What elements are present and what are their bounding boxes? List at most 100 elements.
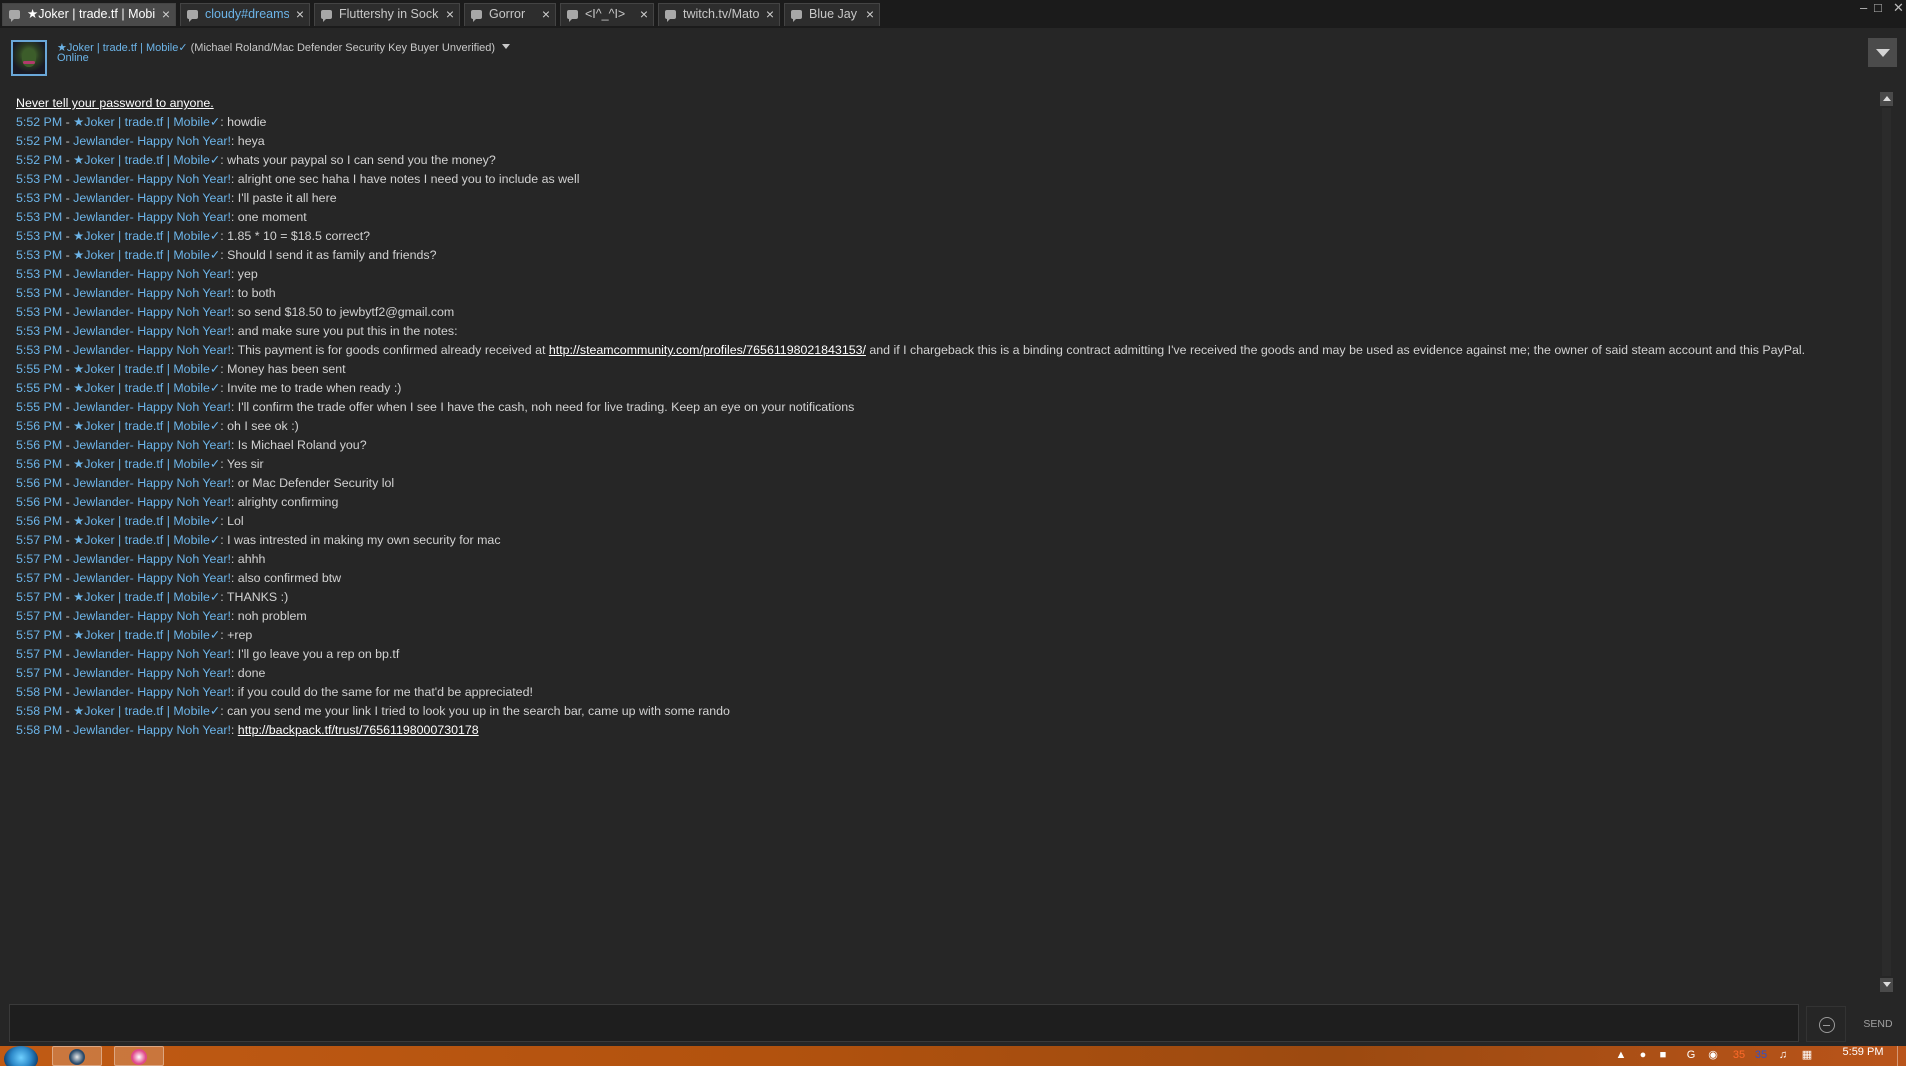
message-sender[interactable]: ★Joker | trade.tf | Mobile✓ bbox=[73, 153, 220, 167]
friend-status: Online bbox=[57, 52, 89, 64]
message-sender[interactable]: Jewlander- Happy Noh Year! bbox=[73, 286, 231, 300]
message-timestamp: 5:57 PM bbox=[16, 552, 63, 566]
message-timestamp: 5:56 PM bbox=[16, 419, 63, 433]
chat-message: 5:53 PM - Jewlander- Happy Noh Year!: to… bbox=[16, 286, 276, 300]
tab-face[interactable]: <I^_^I> × bbox=[560, 3, 654, 26]
message-timestamp: 5:57 PM bbox=[16, 609, 63, 623]
taskbar-clock[interactable]: 5:59 PM bbox=[1838, 1046, 1888, 1059]
tab-close-icon[interactable]: × bbox=[542, 4, 550, 25]
message-sender[interactable]: ★Joker | trade.tf | Mobile✓ bbox=[73, 704, 220, 718]
chat-message: 5:56 PM - Jewlander- Happy Noh Year!: al… bbox=[16, 495, 339, 509]
message-timestamp: 5:53 PM bbox=[16, 286, 63, 300]
message-link[interactable]: http://backpack.tf/trust/765611980007301… bbox=[238, 723, 479, 737]
message-sender[interactable]: ★Joker | trade.tf | Mobile✓ bbox=[73, 362, 220, 376]
header-menu-button[interactable] bbox=[1868, 38, 1897, 67]
chat-message: 5:53 PM - Jewlander- Happy Noh Year!: ye… bbox=[16, 267, 258, 281]
message-sender[interactable]: Jewlander- Happy Noh Year! bbox=[73, 134, 231, 148]
message-link[interactable]: http://steamcommunity.com/profiles/76561… bbox=[549, 343, 866, 357]
message-sender[interactable]: Jewlander- Happy Noh Year! bbox=[73, 685, 231, 699]
tray-shield-icon[interactable]: ■ bbox=[1656, 1048, 1670, 1062]
tab-close-icon[interactable]: × bbox=[296, 4, 304, 25]
start-orb-icon[interactable] bbox=[4, 1046, 38, 1066]
message-sender[interactable]: ★Joker | trade.tf | Mobile✓ bbox=[73, 590, 220, 604]
tab-bar: ★Joker | trade.tf | Mobile✓ × cloudy#dre… bbox=[0, 0, 1906, 28]
message-sender[interactable]: Jewlander- Happy Noh Year! bbox=[73, 191, 231, 205]
message-sender[interactable]: ★Joker | trade.tf | Mobile✓ bbox=[73, 457, 220, 471]
tray-volume-icon[interactable]: ♫ bbox=[1776, 1048, 1790, 1062]
scroll-up-icon[interactable] bbox=[1880, 92, 1893, 106]
tab-close-icon[interactable]: × bbox=[766, 4, 774, 25]
scroll-track[interactable] bbox=[1882, 108, 1891, 976]
message-sender[interactable]: Jewlander- Happy Noh Year! bbox=[73, 647, 231, 661]
taskbar: ▲ ● ■ G ◉ 35 35 ♫ ▦ 5:59 PM bbox=[0, 1046, 1906, 1066]
message-sender[interactable]: Jewlander- Happy Noh Year! bbox=[73, 438, 231, 452]
message-sender[interactable]: Jewlander- Happy Noh Year! bbox=[73, 552, 231, 566]
tab-fluttershy[interactable]: Fluttershy in Sockies × bbox=[314, 3, 460, 26]
tab-label: cloudy#dreamset bbox=[205, 7, 289, 21]
tab-close-icon[interactable]: × bbox=[866, 4, 874, 25]
chat-message: 5:52 PM - Jewlander- Happy Noh Year!: he… bbox=[16, 134, 265, 148]
tab-close-icon[interactable]: × bbox=[446, 4, 454, 25]
chat-message: 5:56 PM - Jewlander- Happy Noh Year!: Is… bbox=[16, 438, 367, 452]
tab-cloudy[interactable]: cloudy#dreamset × bbox=[180, 3, 310, 26]
show-desktop-button[interactable] bbox=[1897, 1046, 1906, 1066]
message-sender[interactable]: Jewlander- Happy Noh Year! bbox=[73, 571, 231, 585]
avatar-face-icon bbox=[22, 49, 36, 67]
message-timestamp: 5:53 PM bbox=[16, 210, 63, 224]
message-timestamp: 5:52 PM bbox=[16, 134, 63, 148]
taskbar-itunes-button[interactable] bbox=[114, 1046, 164, 1066]
close-window-button[interactable]: ✕ bbox=[1893, 0, 1904, 16]
message-sender[interactable]: Jewlander- Happy Noh Year! bbox=[73, 476, 231, 490]
tab-twitch[interactable]: twitch.tv/Mato « × bbox=[658, 3, 780, 26]
message-sender[interactable]: Jewlander- Happy Noh Year! bbox=[73, 305, 231, 319]
tray-steam-icon[interactable]: ● bbox=[1636, 1048, 1650, 1062]
message-text: I'll go leave you a rep on bp.tf bbox=[237, 647, 400, 661]
message-sender[interactable]: ★Joker | trade.tf | Mobile✓ bbox=[73, 514, 220, 528]
message-sender[interactable]: Jewlander- Happy Noh Year! bbox=[73, 609, 231, 623]
minimize-button[interactable]: – bbox=[1860, 0, 1867, 15]
tray-g-icon[interactable]: G bbox=[1684, 1048, 1698, 1062]
message-sender[interactable]: Jewlander- Happy Noh Year! bbox=[73, 324, 231, 338]
tab-joker[interactable]: ★Joker | trade.tf | Mobile✓ × bbox=[2, 3, 176, 26]
message-sender[interactable]: Jewlander- Happy Noh Year! bbox=[73, 723, 231, 737]
message-timestamp: 5:57 PM bbox=[16, 571, 63, 585]
message-sender[interactable]: ★Joker | trade.tf | Mobile✓ bbox=[73, 381, 220, 395]
message-text: This payment is for goods confirmed alre… bbox=[237, 343, 549, 357]
message-sender[interactable]: ★Joker | trade.tf | Mobile✓ bbox=[73, 533, 220, 547]
message-sender[interactable]: ★Joker | trade.tf | Mobile✓ bbox=[73, 229, 220, 243]
maximize-button[interactable]: □ bbox=[1874, 0, 1882, 15]
scroll-down-icon[interactable] bbox=[1880, 978, 1893, 992]
tab-bluejay[interactable]: Blue Jay × bbox=[784, 3, 880, 26]
message-sender[interactable]: ★Joker | trade.tf | Mobile✓ bbox=[73, 628, 220, 642]
message-text: heya bbox=[237, 134, 265, 148]
message-sender[interactable]: Jewlander- Happy Noh Year! bbox=[73, 343, 231, 357]
chat-bubble-icon bbox=[471, 10, 482, 22]
message-sender[interactable]: Jewlander- Happy Noh Year! bbox=[73, 666, 231, 680]
message-sender[interactable]: Jewlander- Happy Noh Year! bbox=[73, 172, 231, 186]
message-timestamp: 5:53 PM bbox=[16, 248, 63, 262]
avatar[interactable] bbox=[11, 40, 47, 76]
message-sender[interactable]: ★Joker | trade.tf | Mobile✓ bbox=[73, 419, 220, 433]
tray-arrow-icon[interactable]: ▲ bbox=[1614, 1048, 1628, 1062]
message-timestamp: 5:53 PM bbox=[16, 324, 63, 338]
chat-message: 5:53 PM - Jewlander- Happy Noh Year!: al… bbox=[16, 172, 580, 186]
send-button[interactable]: SEND bbox=[1856, 1006, 1900, 1042]
tab-close-icon[interactable]: × bbox=[640, 4, 648, 25]
chat-input[interactable] bbox=[9, 1004, 1799, 1042]
chevron-down-icon[interactable] bbox=[502, 44, 510, 49]
message-sender[interactable]: Jewlander- Happy Noh Year! bbox=[73, 495, 231, 509]
tab-gorror[interactable]: Gorror × bbox=[464, 3, 556, 26]
message-sender[interactable]: ★Joker | trade.tf | Mobile✓ bbox=[73, 115, 220, 129]
message-sender[interactable]: ★Joker | trade.tf | Mobile✓ bbox=[73, 248, 220, 262]
message-sender[interactable]: Jewlander- Happy Noh Year! bbox=[73, 267, 231, 281]
emoticon-button[interactable] bbox=[1806, 1006, 1846, 1042]
chat-scrollbar[interactable] bbox=[1880, 92, 1893, 998]
tray-network-icon[interactable]: ▦ bbox=[1800, 1048, 1814, 1062]
message-sender[interactable]: Jewlander- Happy Noh Year! bbox=[73, 210, 231, 224]
tab-close-icon[interactable]: × bbox=[162, 4, 170, 25]
friend-name[interactable]: ★Joker | trade.tf | Mobile✓ (Michael Rol… bbox=[57, 41, 495, 54]
steam-icon bbox=[69, 1049, 85, 1065]
message-sender[interactable]: Jewlander- Happy Noh Year! bbox=[73, 400, 231, 414]
tray-chrome-icon[interactable]: ◉ bbox=[1706, 1048, 1720, 1062]
taskbar-steam-button[interactable] bbox=[52, 1046, 102, 1066]
